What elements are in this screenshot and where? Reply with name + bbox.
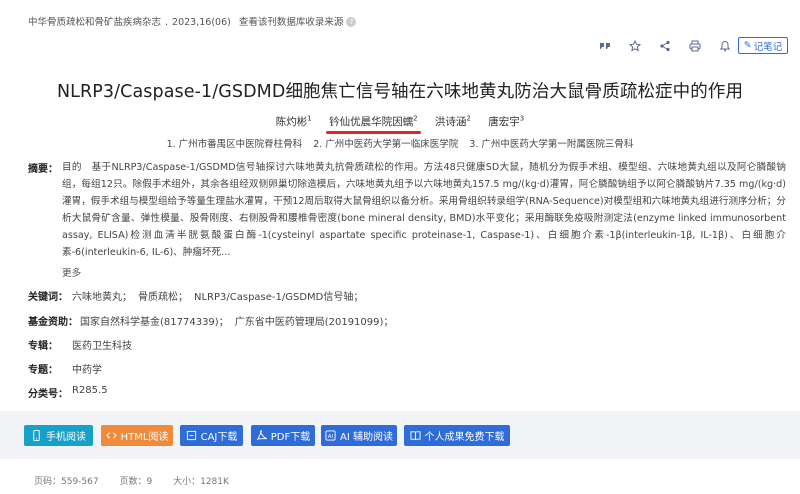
book-icon <box>409 431 421 441</box>
html-read-button[interactable]: HTML阅读 <box>101 425 173 446</box>
document-info: 页码：559-567 页数：9 大小：1281K <box>34 474 247 487</box>
topic-label: 专题： <box>28 365 58 376</box>
toolbar <box>590 38 740 54</box>
star-icon[interactable] <box>620 38 650 54</box>
caj-icon <box>186 430 196 441</box>
keyword-link[interactable]: 骨质疏松； <box>138 292 188 303</box>
page-count: 页数：9 <box>119 477 153 487</box>
keyword-link[interactable]: NLRP3/Caspase-1/GSDMD信号轴； <box>194 292 363 303</box>
page-range: 页码：559-567 <box>34 477 99 487</box>
source-line: 中华骨质疏松和骨矿盐疾病杂志. 2023,16(06) 查看该刊数据库收录来源? <box>28 14 357 28</box>
abstract-text: 目的 基于NLRP3/Caspase-1/GSDMD信号轴探讨六味地黄丸抗骨质疏… <box>62 162 786 258</box>
phone-icon <box>33 430 40 441</box>
action-bar: 手机阅读 HTML阅读 CAJ下载 PDF下载 AI AI 辅助阅读 个人成果免… <box>0 411 800 459</box>
ai-assisted-read-button[interactable]: AI AI 辅助阅读 <box>321 425 397 446</box>
quote-icon[interactable] <box>590 38 620 54</box>
affiliation-list: 1. 广州市番禺区中医院脊柱骨科 2. 广州中医药大学第一临床医学院 3. 广州… <box>0 136 800 150</box>
author-list: 陈灼彬1 钤仙优晨华院因蠕2 洪诗涵2 唐宏宇3 <box>0 114 800 134</box>
help-icon[interactable]: ? <box>346 17 357 27</box>
edit-icon: ✎ <box>743 40 752 51</box>
ai-icon: AI <box>325 430 336 441</box>
keywords-label: 关键词： <box>28 292 68 303</box>
class-number-row: 分类号： R285.5 <box>28 385 108 400</box>
print-icon[interactable] <box>680 38 710 54</box>
html-icon <box>105 432 117 439</box>
abstract-label: 摘要： <box>28 164 58 175</box>
pdf-download-button[interactable]: PDF下载 <box>251 425 315 446</box>
funding-link[interactable]: 广东省中医药管理局(20191099)； <box>235 317 394 328</box>
issue-link[interactable]: 2023,16(06) <box>172 17 231 28</box>
pdf-icon <box>256 430 267 441</box>
take-note-button[interactable]: ✎ 记笔记 <box>738 37 788 54</box>
index-source-link[interactable]: 查看该刊数据库收录来源 <box>239 17 344 28</box>
series-row: 专辑： 医药卫生科技 <box>28 337 132 352</box>
class-number-value: R285.5 <box>72 385 108 396</box>
funding-row: 基金资助： 国家自然科学基金(81774339)； 广东省中医药管理局(20191… <box>28 313 399 328</box>
affiliation-link[interactable]: 3. 广州中医药大学第一附属医院三骨科 <box>469 139 633 150</box>
series-label: 专辑： <box>28 341 58 352</box>
author-link[interactable]: 洪诗涵2 <box>435 115 471 129</box>
funding-link[interactable]: 国家自然科学基金(81774339)； <box>80 317 229 328</box>
take-note-label: 记笔记 <box>753 41 783 53</box>
topic-value: 中药学 <box>72 365 102 376</box>
top-bar: 中华骨质疏松和骨矿盐疾病杂志. 2023,16(06) 查看该刊数据库收录来源? <box>0 0 800 38</box>
author-link[interactable]: 陈灼彬1 <box>276 115 312 129</box>
author-link[interactable]: 唐宏宇3 <box>488 115 524 129</box>
personal-free-download-button[interactable]: 个人成果免费下载 <box>404 425 510 446</box>
more-link[interactable]: 更多 <box>62 265 81 279</box>
article-title: NLRP3/Caspase-1/GSDMD细胞焦亡信号轴在六味地黄丸防治大鼠骨质… <box>56 82 744 102</box>
series-value: 医药卫生科技 <box>72 341 132 352</box>
class-number-label: 分类号： <box>28 389 68 400</box>
share-icon[interactable] <box>650 38 680 54</box>
affiliation-link[interactable]: 2. 广州中医药大学第一临床医学院 <box>313 139 458 150</box>
topic-row: 专题： 中药学 <box>28 361 102 376</box>
caj-download-button[interactable]: CAJ下载 <box>180 425 243 446</box>
author-link[interactable]: 钤仙优晨华院因蠕2 <box>326 114 422 134</box>
bell-icon[interactable] <box>710 38 740 54</box>
file-size: 大小：1281K <box>173 477 229 487</box>
mobile-read-button[interactable]: 手机阅读 <box>24 425 93 446</box>
keywords-row: 关键词： 六味地黄丸； 骨质疏松； NLRP3/Caspase-1/GSDMD信号轴… <box>28 288 369 303</box>
affiliation-link[interactable]: 1. 广州市番禺区中医院脊柱骨科 <box>167 139 303 150</box>
svg-text:AI: AI <box>328 434 334 440</box>
keyword-link[interactable]: 六味地黄丸； <box>72 292 132 303</box>
funding-label: 基金资助： <box>28 317 78 328</box>
journal-link[interactable]: 中华骨质疏松和骨矿盐疾病杂志 <box>28 17 161 28</box>
